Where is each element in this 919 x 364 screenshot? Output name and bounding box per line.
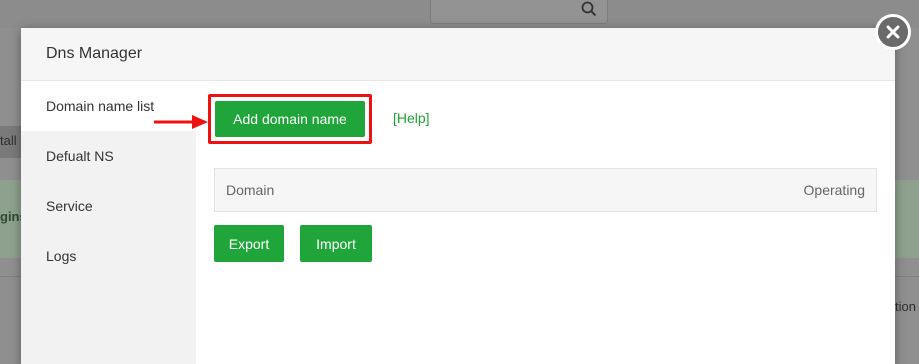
sidebar-item-label: Service bbox=[46, 198, 93, 214]
close-icon bbox=[886, 25, 900, 39]
search-icon bbox=[581, 1, 597, 17]
background-text-fragment: tion bbox=[895, 299, 916, 314]
add-domain-name-button[interactable]: Add domain name bbox=[215, 101, 365, 137]
column-header-operating: Operating bbox=[803, 182, 865, 198]
export-button[interactable]: Export bbox=[214, 225, 284, 262]
dns-manager-dialog: Dns Manager Domain name list Defualt NS … bbox=[21, 28, 895, 364]
sidebar-item-service[interactable]: Service bbox=[21, 181, 196, 231]
sidebar-item-label: Defualt NS bbox=[46, 148, 114, 164]
dialog-header: Dns Manager bbox=[21, 28, 895, 81]
sidebar-item-default-ns[interactable]: Defualt NS bbox=[21, 131, 196, 181]
arrow-annotation-icon bbox=[154, 115, 208, 129]
help-link[interactable]: [Help] bbox=[393, 110, 430, 126]
background-text-fragment: tall bbox=[0, 133, 17, 148]
dialog-title: Dns Manager bbox=[46, 45, 143, 62]
sidebar-item-label: Logs bbox=[46, 248, 77, 264]
domain-table-header: Domain Operating bbox=[214, 168, 877, 212]
import-button[interactable]: Import bbox=[300, 225, 372, 262]
background-search-box bbox=[430, 0, 608, 24]
sidebar-item-label: Domain name list bbox=[46, 98, 155, 114]
close-button[interactable] bbox=[875, 14, 911, 50]
dialog-content: Add domain name [Help] Domain Operating … bbox=[196, 81, 895, 364]
sidebar-item-logs[interactable]: Logs bbox=[21, 231, 196, 281]
column-header-domain: Domain bbox=[226, 182, 275, 198]
